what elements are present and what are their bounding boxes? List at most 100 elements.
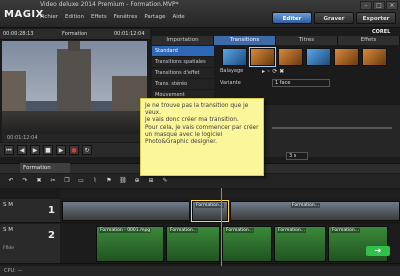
variante-label: Variante [220, 80, 241, 86]
audio-clip[interactable]: Formation... [328, 226, 388, 262]
preview-header: 00:00:28:13 Formation 00:01:12:04 [0, 29, 150, 40]
menu-effets[interactable]: Effets [91, 14, 107, 20]
category-effet[interactable]: Transitions d'effet [152, 68, 214, 79]
category-standard[interactable]: Standard [152, 46, 214, 57]
snap-icon[interactable]: ⊞ [146, 176, 156, 186]
clip-label: Formation... [291, 203, 321, 208]
transition-thumb[interactable] [334, 48, 359, 66]
audio-clip[interactable]: Formation - 0001.mpg [96, 226, 164, 262]
menu-aide[interactable]: Aide [172, 14, 184, 20]
tab-titres[interactable]: Titres [276, 36, 338, 45]
maximize-icon[interactable]: □ [373, 1, 385, 10]
mode-buttons: Editer Graver Exporter [272, 12, 396, 24]
timeline-ruler[interactable] [60, 190, 400, 198]
tab-transitions[interactable]: Transitions [214, 36, 276, 45]
menu-fenetres[interactable]: Fenêtres [114, 14, 138, 20]
transition-thumb[interactable] [362, 48, 387, 66]
preview-road [2, 111, 147, 134]
track-number: 2 [48, 230, 55, 241]
split-icon[interactable]: ⌇ [90, 176, 100, 186]
menu-bar: Fichier Edition Effets Fenêtres Partage … [40, 14, 185, 20]
audio-clip[interactable]: Formation... [274, 226, 326, 262]
video-clip[interactable]: Formation... [230, 201, 400, 221]
note-line: Je vais donc créer ma transition. [145, 117, 239, 124]
loop-icon[interactable]: ↻ [82, 145, 92, 155]
zoom-icon[interactable]: ⊕ [132, 176, 142, 186]
close-icon[interactable]: × [386, 1, 398, 10]
clip-label: Formation... [225, 228, 255, 233]
preview-time-left: 00:00:28:13 [3, 31, 34, 37]
transition-thumb[interactable] [222, 48, 247, 66]
track-lane-2[interactable]: Formation - 0001.mpg Formation... Format… [60, 224, 400, 264]
transition-categories: Standard Transitions spatiales Transitio… [152, 46, 214, 104]
house-image [2, 71, 26, 111]
solo-mute-buttons[interactable]: S M [3, 227, 13, 233]
track-lane-1[interactable]: Formation... Formation... [60, 199, 400, 223]
transition-thumb[interactable] [278, 48, 303, 66]
corel-logo: COREL [372, 29, 391, 35]
paste-icon[interactable]: ▭ [76, 176, 86, 186]
clip-label: Formation - 0001.mpg [99, 228, 152, 233]
category-stereo[interactable]: Trans. stéréo [152, 79, 214, 90]
clip-label: Formation... [195, 203, 225, 208]
to-start-icon[interactable]: ⏮ [4, 145, 14, 155]
play-icon[interactable]: ▶ [30, 145, 40, 155]
church-spire [68, 41, 80, 51]
audio-clip[interactable]: Formation... [222, 226, 272, 262]
preview-timestrip[interactable]: 00:01:12:04 [2, 134, 147, 142]
menu-partage[interactable]: Partage [144, 14, 165, 20]
redo-icon[interactable]: ↷ [20, 176, 30, 186]
solo-mute-buttons[interactable]: S M [3, 202, 13, 208]
pencil-icon[interactable]: ✎ [160, 176, 170, 186]
status-bar: CPU: — [0, 266, 400, 276]
record-icon[interactable]: ● [69, 145, 79, 155]
stop-icon[interactable]: ■ [43, 145, 53, 155]
ok-arrow-button[interactable]: ➜ [366, 246, 390, 256]
clip-label: Formation... [169, 228, 199, 233]
app-logo: MAGIX [4, 9, 44, 20]
clip-label: Formation... [277, 228, 307, 233]
balayage-label: Balayage [220, 68, 244, 74]
menu-edition[interactable]: Edition [65, 14, 84, 20]
timeline-toolbar: ↶ ↷ ✖ ✂ ❐ ▭ ⌇ ⚑ ⛓ ⊕ ⊞ ✎ [0, 174, 400, 188]
prev-frame-icon[interactable]: ◀ [17, 145, 27, 155]
edit-mode-button[interactable]: Editer [272, 12, 312, 24]
category-spatiales[interactable]: Transitions spatiales [152, 57, 214, 68]
menu-fichier[interactable]: Fichier [40, 14, 58, 20]
timeline-tab[interactable]: Formation [20, 163, 70, 173]
effects-tabs: Importation Transitions Titres Effets [152, 36, 400, 45]
export-mode-button[interactable]: Exporter [356, 12, 396, 24]
track-header-2: S M 2 Ffide [0, 224, 60, 264]
clip-label: Formation... [331, 228, 361, 233]
preview-time-right: 00:01:12:04 [114, 31, 145, 37]
variante-dropdown[interactable]: 1 face [272, 79, 330, 87]
track-header-1: S M 1 [0, 199, 60, 223]
video-clip[interactable]: Formation... [191, 200, 229, 222]
cut-icon[interactable]: ✂ [48, 176, 58, 186]
video-preview[interactable] [2, 41, 147, 134]
direction-icons[interactable]: ▸ ◦ ⟳ ✖ [262, 68, 284, 75]
duration-field[interactable]: 3 s [286, 152, 308, 160]
burn-mode-button[interactable]: Graver [314, 12, 354, 24]
transition-thumb[interactable] [249, 47, 276, 67]
tab-importation[interactable]: Importation [152, 36, 214, 45]
copy-icon[interactable]: ❐ [62, 176, 72, 186]
delete-icon[interactable]: ✖ [34, 176, 44, 186]
track-number: 1 [48, 205, 55, 216]
marker-icon[interactable]: ⚑ [104, 176, 114, 186]
video-clip[interactable] [62, 201, 190, 221]
undo-icon[interactable]: ↶ [6, 176, 16, 186]
note-line: Pour cela, je vais commencer par créer u… [145, 124, 259, 146]
next-frame-icon[interactable]: ▶ [56, 145, 66, 155]
track-volume-label: Ffide [3, 246, 15, 251]
playhead[interactable] [221, 188, 222, 266]
settings-slider[interactable] [272, 127, 392, 129]
tab-effets[interactable]: Effets [338, 36, 400, 45]
link-icon[interactable]: ⛓ [118, 176, 128, 186]
window-title: Video deluxe 2014 Premium - Formation.MV… [40, 1, 179, 8]
minimize-icon[interactable]: – [360, 1, 372, 10]
audio-clip[interactable]: Formation... [166, 226, 220, 262]
annotation-note: Je ne trouve pas la transition que je ve… [140, 98, 264, 176]
preview-title: Formation [62, 31, 88, 37]
transition-thumb[interactable] [306, 48, 331, 66]
